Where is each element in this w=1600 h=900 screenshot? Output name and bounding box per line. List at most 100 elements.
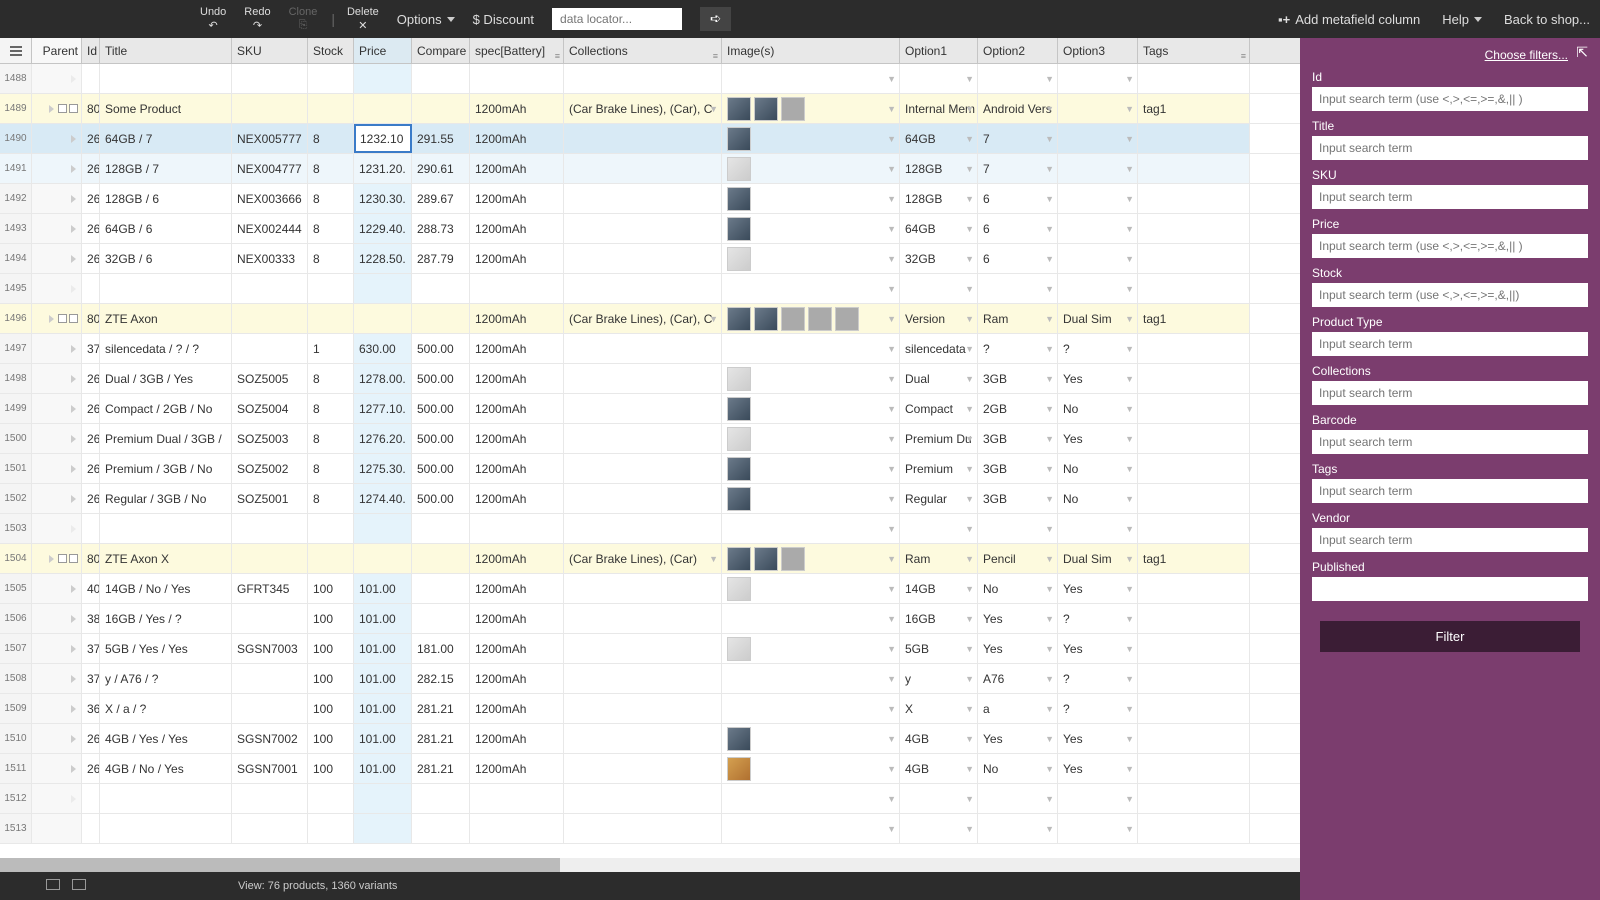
dropdown-icon[interactable]: ▼ xyxy=(965,224,974,234)
cell-price[interactable] xyxy=(354,544,412,573)
cell-option3[interactable]: Yes▼ xyxy=(1058,634,1138,663)
dropdown-icon[interactable]: ▼ xyxy=(1045,794,1054,804)
cell-spec[interactable]: 1200mAh xyxy=(470,724,564,753)
row-number[interactable]: 1503 xyxy=(0,514,32,543)
cell-stock[interactable]: 100 xyxy=(308,724,354,753)
cell-spec[interactable]: 1200mAh xyxy=(470,184,564,213)
cell-price[interactable]: 630.00 xyxy=(354,334,412,363)
cell-stock[interactable]: 8 xyxy=(308,424,354,453)
dropdown-icon[interactable]: ▼ xyxy=(965,464,974,474)
row-gutter[interactable] xyxy=(32,364,82,393)
cell-option1[interactable]: 64GB▼ xyxy=(900,214,978,243)
cell-tags[interactable] xyxy=(1138,394,1250,423)
cell-tags[interactable] xyxy=(1138,124,1250,153)
dropdown-icon[interactable]: ▼ xyxy=(965,614,974,624)
cell-stock[interactable]: 8 xyxy=(308,364,354,393)
dropdown-icon[interactable]: ▼ xyxy=(1045,524,1054,534)
col-price[interactable]: Price xyxy=(354,38,412,63)
row-number[interactable]: 1506 xyxy=(0,604,32,633)
cell-stock[interactable]: 8 xyxy=(308,214,354,243)
cell-id[interactable]: 40 xyxy=(82,574,100,603)
checkbox[interactable] xyxy=(58,104,67,113)
cell-sku[interactable] xyxy=(232,274,308,303)
cell-price[interactable]: 101.00 xyxy=(354,574,412,603)
col-option2[interactable]: Option2 xyxy=(978,38,1058,63)
add-metafield-button[interactable]: ▪+Add metafield column xyxy=(1278,12,1420,27)
dropdown-icon[interactable]: ▼ xyxy=(1125,824,1134,834)
view-icon-list[interactable] xyxy=(72,879,88,893)
cell-title[interactable] xyxy=(100,274,232,303)
cell-images[interactable]: ▼ xyxy=(722,574,900,603)
dropdown-icon[interactable]: ▼ xyxy=(887,74,896,84)
cell-images[interactable]: ▼ xyxy=(722,604,900,633)
table-row[interactable]: 150026Premium Dual / 3GB / SOZ500381276.… xyxy=(0,424,1300,454)
cell-spec[interactable]: 1200mAh xyxy=(470,244,564,273)
cell-sku[interactable]: SOZ5003 xyxy=(232,424,308,453)
dropdown-icon[interactable]: ▼ xyxy=(1125,164,1134,174)
cell-title[interactable]: y / A76 / ? xyxy=(100,664,232,693)
cell-title[interactable]: Regular / 3GB / No xyxy=(100,484,232,513)
cell-id[interactable]: 80 xyxy=(82,304,100,333)
cell-compare[interactable] xyxy=(412,514,470,543)
cell-price[interactable] xyxy=(354,94,412,123)
cell-collections[interactable] xyxy=(564,244,722,273)
cell-option2[interactable]: Yes▼ xyxy=(978,604,1058,633)
expand-icon[interactable] xyxy=(71,495,76,503)
cell-compare[interactable]: 281.21 xyxy=(412,754,470,783)
cell-compare[interactable]: 500.00 xyxy=(412,424,470,453)
cell-sku[interactable] xyxy=(232,814,308,843)
expand-icon[interactable] xyxy=(71,135,76,143)
cell-title[interactable]: Dual / 3GB / Yes xyxy=(100,364,232,393)
redo-button[interactable]: Redo↷ xyxy=(244,6,270,32)
row-number[interactable]: 1505 xyxy=(0,574,32,603)
cell-tags[interactable] xyxy=(1138,334,1250,363)
cell-option3[interactable]: ?▼ xyxy=(1058,664,1138,693)
cell-option3[interactable]: ▼ xyxy=(1058,244,1138,273)
expand-icon[interactable]: ⇱ xyxy=(1576,44,1588,61)
filter-input[interactable] xyxy=(1312,283,1588,307)
row-number[interactable]: 1490 xyxy=(0,124,32,153)
cell-collections[interactable] xyxy=(564,484,722,513)
cell-compare[interactable]: 282.15 xyxy=(412,664,470,693)
cell-compare[interactable]: 290.61 xyxy=(412,154,470,183)
cell-sku[interactable]: NEX002444 xyxy=(232,214,308,243)
table-row[interactable]: 1503▼▼▼▼ xyxy=(0,514,1300,544)
cell-option2[interactable]: 2GB▼ xyxy=(978,394,1058,423)
filter-input[interactable] xyxy=(1312,136,1588,160)
cell-option2[interactable]: ▼ xyxy=(978,274,1058,303)
cell-tags[interactable] xyxy=(1138,574,1250,603)
cell-option3[interactable]: ▼ xyxy=(1058,514,1138,543)
cell-compare[interactable] xyxy=(412,274,470,303)
table-row[interactable]: 150837y / A76 / ?100101.00282.151200mAh▼… xyxy=(0,664,1300,694)
cell-option2[interactable]: No▼ xyxy=(978,754,1058,783)
cell-collections[interactable] xyxy=(564,754,722,783)
table-row[interactable]: 149226128GB / 6NEX00366681230.30.289.671… xyxy=(0,184,1300,214)
table-row[interactable]: 14932664GB / 6NEX00244481229.40.288.7312… xyxy=(0,214,1300,244)
filter-button[interactable]: Filter xyxy=(1320,621,1579,652)
row-gutter[interactable] xyxy=(32,184,82,213)
cell-option1[interactable]: 128GB▼ xyxy=(900,154,978,183)
cell-option3[interactable]: Dual Sim▼ xyxy=(1058,544,1138,573)
cell-images[interactable]: ▼ xyxy=(722,94,900,123)
thumbnail[interactable] xyxy=(781,547,805,571)
cell-price[interactable]: 101.00 xyxy=(354,604,412,633)
filter-input[interactable] xyxy=(1312,528,1588,552)
cell-compare[interactable]: 291.55 xyxy=(412,124,470,153)
dropdown-icon[interactable]: ▼ xyxy=(965,434,974,444)
cell-option3[interactable]: ▼ xyxy=(1058,94,1138,123)
row-gutter[interactable] xyxy=(32,814,82,843)
cell-images[interactable]: ▼ xyxy=(722,544,900,573)
cell-sku[interactable] xyxy=(232,664,308,693)
cell-price[interactable]: 1277.10. xyxy=(354,394,412,423)
cell-option2[interactable]: ▼ xyxy=(978,814,1058,843)
dropdown-icon[interactable]: ▼ xyxy=(887,164,896,174)
table-row[interactable]: 150480ZTE Axon X1200mAh(Car Brake Lines)… xyxy=(0,544,1300,574)
checkbox[interactable] xyxy=(58,554,67,563)
cell-option1[interactable]: ▼ xyxy=(900,64,978,93)
dropdown-icon[interactable]: ▼ xyxy=(709,554,718,564)
cell-collections[interactable] xyxy=(564,784,722,813)
cell-option3[interactable]: No▼ xyxy=(1058,484,1138,513)
cell-sku[interactable]: SOZ5002 xyxy=(232,454,308,483)
cell-price[interactable] xyxy=(354,814,412,843)
cell-spec[interactable] xyxy=(470,274,564,303)
